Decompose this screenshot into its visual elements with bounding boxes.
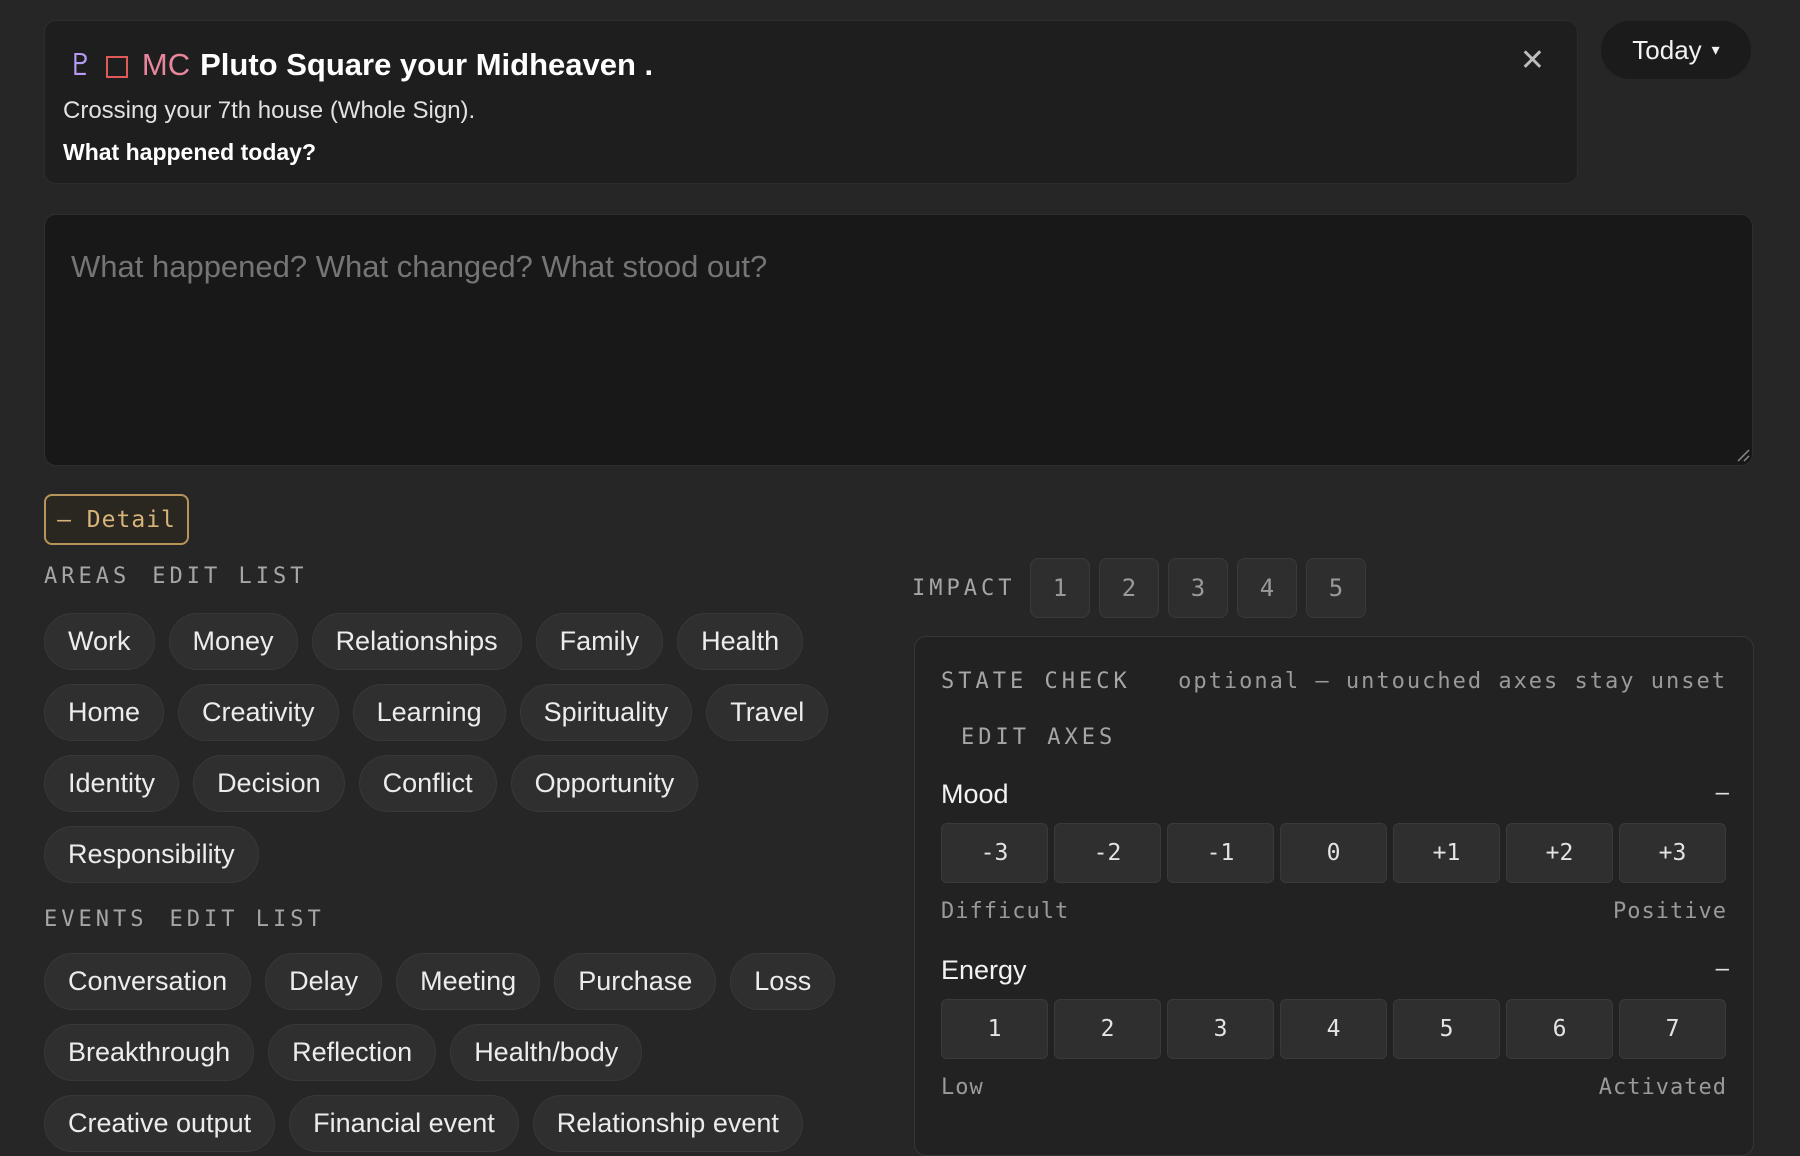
event-chip-meeting[interactable]: Meeting (396, 953, 541, 1010)
event-chip-health-body[interactable]: Health/body (450, 1024, 643, 1081)
energy-option-2[interactable]: 2 (1054, 999, 1161, 1059)
energy-option-3[interactable]: 3 (1167, 999, 1274, 1059)
area-chip-travel[interactable]: Travel (706, 684, 829, 741)
energy-option-5[interactable]: 5 (1393, 999, 1500, 1059)
area-chip-spirituality[interactable]: Spirituality (519, 684, 693, 741)
resize-handle-icon[interactable] (1736, 448, 1750, 462)
event-chip-breakthrough[interactable]: Breakthrough (44, 1024, 255, 1081)
chevron-down-icon: ▾ (1711, 42, 1720, 59)
areas-label: AREAS (44, 564, 131, 589)
impact-option-3[interactable]: 3 (1168, 558, 1228, 618)
area-chip-relationships[interactable]: Relationships (311, 613, 522, 670)
mood-collapse-button[interactable]: – (1716, 779, 1729, 807)
journal-prompt: What happened today? (63, 139, 316, 165)
mood-option-1[interactable]: -1 (1167, 823, 1274, 883)
transit-title: Pluto Square your Midheaven . (200, 47, 654, 82)
state-check-note: optional — untouched axes stay unset (1178, 669, 1727, 694)
energy-option-7[interactable]: 7 (1619, 999, 1726, 1059)
event-chip-conversation[interactable]: Conversation (44, 953, 252, 1010)
impact-option-4[interactable]: 4 (1237, 558, 1297, 618)
impact-label: IMPACT (912, 576, 1016, 601)
mood-option-+3[interactable]: +3 (1619, 823, 1726, 883)
energy-option-6[interactable]: 6 (1506, 999, 1613, 1059)
events-section-label: EVENTS EDIT LIST (44, 907, 325, 932)
event-chip-purchase[interactable]: Purchase (554, 953, 717, 1010)
energy-low-label: Low (941, 1075, 984, 1100)
midheaven-label: MC (141, 47, 191, 82)
area-chip-creativity[interactable]: Creativity (178, 684, 339, 741)
mood-option-+1[interactable]: +1 (1393, 823, 1500, 883)
detail-toggle-button[interactable]: – Detail (44, 494, 189, 545)
energy-collapse-button[interactable]: – (1716, 955, 1729, 983)
impact-option-5[interactable]: 5 (1306, 558, 1366, 618)
state-check-title: STATE CHECK (941, 669, 1131, 694)
mood-option-+2[interactable]: +2 (1506, 823, 1613, 883)
mood-axis-label: Mood (941, 779, 1009, 809)
events-label: EVENTS (44, 907, 148, 932)
mood-option-2[interactable]: -2 (1054, 823, 1161, 883)
date-picker-label: Today (1632, 34, 1702, 65)
energy-option-1[interactable]: 1 (941, 999, 1048, 1059)
area-chip-responsibility[interactable]: Responsibility (44, 826, 259, 883)
event-chip-delay[interactable]: Delay (265, 953, 383, 1010)
area-chip-health[interactable]: Health (677, 613, 804, 670)
energy-scale: 1234567 (941, 999, 1726, 1059)
area-chip-identity[interactable]: Identity (44, 755, 180, 812)
area-chip-decision[interactable]: Decision (193, 755, 345, 812)
areas-edit-list-link[interactable]: EDIT LIST (152, 564, 307, 589)
close-icon[interactable]: ✕ (1520, 43, 1545, 78)
energy-high-label: Activated (1598, 1075, 1727, 1100)
areas-chip-list: Work Money Relationships Family Health Home Cr… (44, 613, 864, 883)
event-chip-creative-output[interactable]: Creative output (44, 1095, 276, 1152)
energy-axis-label: Energy (941, 955, 1027, 985)
event-chip-financial-event[interactable]: Financial event (289, 1095, 519, 1152)
edit-axes-link[interactable]: EDIT AXES (961, 725, 1116, 750)
impact-option-2[interactable]: 2 (1099, 558, 1159, 618)
area-chip-work[interactable]: Work (44, 613, 155, 670)
events-edit-list-link[interactable]: EDIT LIST (169, 907, 324, 932)
area-chip-learning[interactable]: Learning (352, 684, 506, 741)
event-chip-reflection[interactable]: Reflection (268, 1024, 437, 1081)
transit-card: ♇ MC Pluto Square your Midheaven . Cross… (44, 20, 1578, 184)
area-chip-opportunity[interactable]: Opportunity (510, 755, 699, 812)
event-chip-loss[interactable]: Loss (730, 953, 836, 1010)
area-chip-family[interactable]: Family (535, 613, 664, 670)
area-chip-conflict[interactable]: Conflict (358, 755, 497, 812)
date-picker-button[interactable]: Today ▾ (1600, 20, 1752, 80)
journal-notes-input[interactable] (44, 214, 1753, 466)
pluto-glyph-icon: ♇ (67, 48, 94, 83)
state-check-panel: STATE CHECK optional — untouched axes st… (914, 636, 1754, 1156)
transit-subtitle: Crossing your 7th house (Whole Sign). (63, 97, 476, 124)
mood-high-label: Positive (1613, 899, 1727, 924)
energy-option-4[interactable]: 4 (1280, 999, 1387, 1059)
impact-selector: 12345 (1030, 558, 1366, 618)
square-aspect-icon (105, 56, 128, 78)
mood-option-0[interactable]: 0 (1280, 823, 1387, 883)
events-chip-list: Conversation Delay Meeting Purchase Loss Brea… (44, 953, 864, 1152)
mood-low-label: Difficult (941, 899, 1070, 924)
area-chip-money[interactable]: Money (168, 613, 298, 670)
area-chip-home[interactable]: Home (44, 684, 165, 741)
transit-title-row: ♇ MC Pluto Square your Midheaven . (67, 47, 653, 83)
mood-option-3[interactable]: -3 (941, 823, 1048, 883)
mood-scale: -3 -2 -1 0 +1 +2 +3 (941, 823, 1726, 883)
event-chip-relationship-event[interactable]: Relationship event (532, 1095, 803, 1152)
areas-section-label: AREAS EDIT LIST (44, 564, 307, 589)
impact-option-1[interactable]: 1 (1030, 558, 1090, 618)
